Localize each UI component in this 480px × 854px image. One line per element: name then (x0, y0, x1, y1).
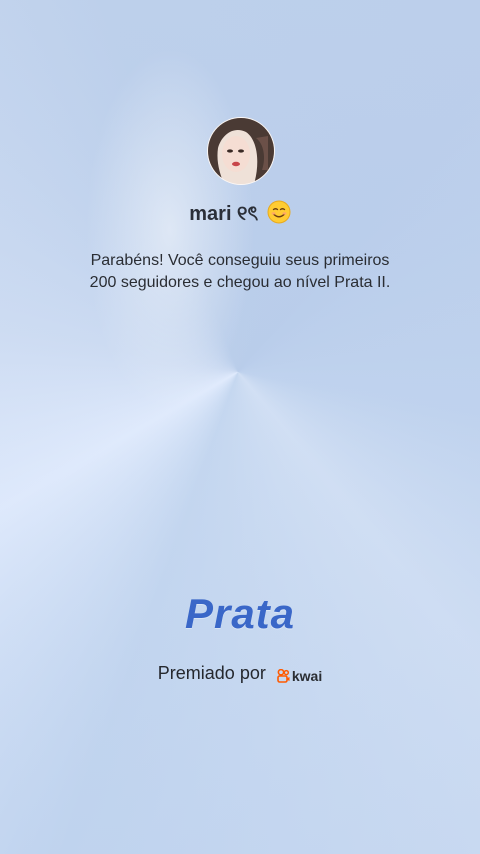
awarded-by: Premiado por kwai (0, 663, 480, 684)
message-line-1: Parabéns! Você conseguiu seus primeiros (90, 252, 390, 269)
username: mari ୧ৎ (189, 203, 259, 225)
kwai-brand-text: kwai (291, 668, 323, 684)
smiling-face-emoji-icon (267, 200, 291, 224)
username-row: mari ୧ৎ (0, 199, 480, 232)
congratulations-message: Parabéns! Você conseguiu seus primeiros … (40, 250, 440, 294)
message-line-2: 200 seguidores e chegou ao nível Prata I… (89, 274, 391, 291)
level-title: Prata (184, 590, 296, 637)
kwai-brand: kwai (277, 668, 322, 684)
avatar-photo (208, 118, 274, 184)
awarded-by-label: Premiado por (157, 663, 266, 683)
kwai-logo-icon (277, 668, 290, 683)
avatar[interactable] (207, 117, 275, 185)
